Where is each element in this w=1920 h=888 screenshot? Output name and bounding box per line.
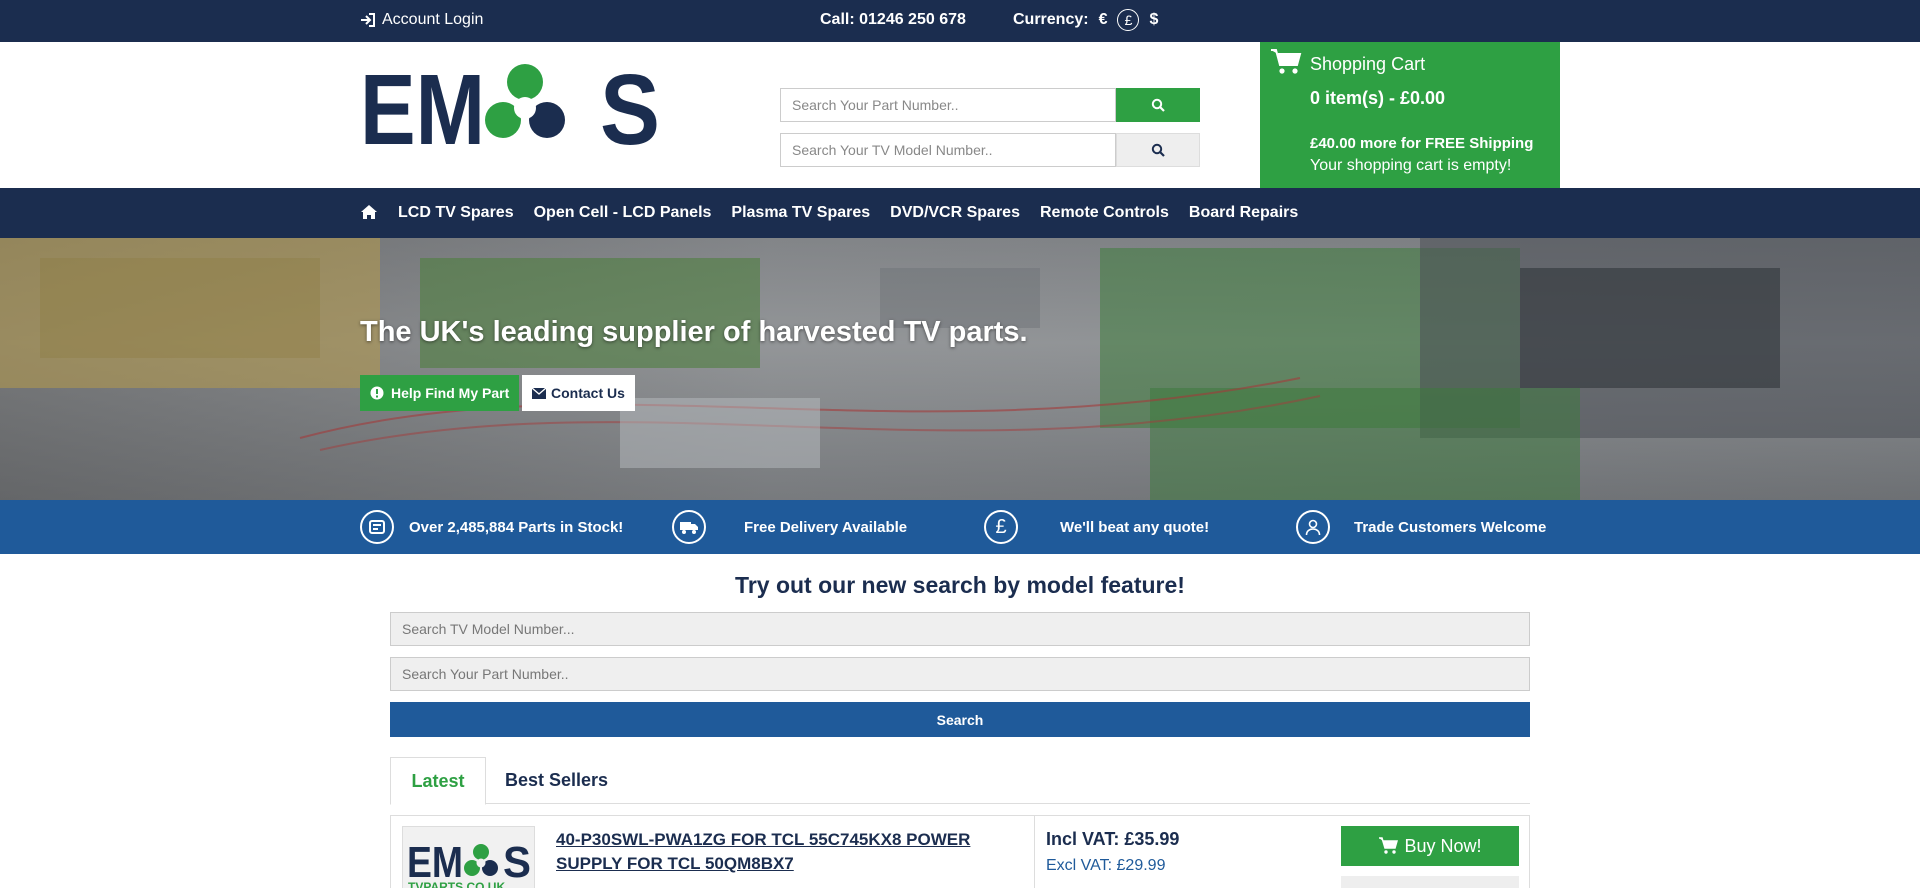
nav-menu: LCD TV Spares Open Cell - LCD Panels Pla… (398, 188, 1298, 238)
stock-icon (360, 510, 394, 544)
search-icon (1151, 143, 1165, 157)
nav-item-lcd-tv-spares[interactable]: LCD TV Spares (398, 204, 514, 222)
contact-us-button[interactable]: Contact Us (522, 375, 635, 411)
main-nav: LCD TV Spares Open Cell - LCD Panels Pla… (0, 188, 1920, 238)
help-find-part-button[interactable]: Help Find My Part (360, 375, 520, 411)
product-thumbnail[interactable]: EM S TVPARTS.CO.UK (402, 826, 535, 888)
home-icon[interactable] (360, 204, 378, 220)
feature-label: Trade Customers Welcome (1354, 518, 1547, 536)
cart-empty-note: Your shopping cart is empty! (1310, 157, 1512, 174)
price-excl-vat: Excl VAT: £29.99 (1046, 857, 1166, 874)
contact-us-label: Contact Us (551, 385, 625, 401)
part-number-search-input-secondary[interactable] (390, 657, 1530, 691)
cart-count: 0 item(s) - £0.00 (1310, 88, 1446, 108)
feature-parts-in-stock: Over 2,485,884 Parts in Stock! (360, 510, 623, 544)
svg-text:EM: EM (360, 62, 485, 146)
account-login-link[interactable]: Account Login (360, 11, 483, 29)
currency-euro[interactable]: € (1099, 11, 1108, 29)
cart-title: Shopping Cart (1310, 54, 1426, 74)
model-search-button[interactable] (1116, 133, 1200, 167)
header: EM S Shopping Cart 0 item(s) (0, 42, 1920, 188)
envelope-icon (532, 387, 546, 399)
shopping-cart-icon (1271, 49, 1302, 74)
truck-icon (672, 510, 706, 544)
tab-latest[interactable]: Latest (390, 757, 486, 805)
site-logo[interactable]: EM S (360, 54, 660, 166)
feature-label: Over 2,485,884 Parts in Stock! (409, 518, 624, 536)
currency-selector: Currency: € £ $ (1013, 9, 1158, 31)
features-bar: Over 2,485,884 Parts in Stock! Free Deli… (0, 500, 1920, 554)
shopping-cart[interactable]: Shopping Cart 0 item(s) - £0.00 £40.00 m… (1260, 42, 1560, 188)
feature-label: We'll beat any quote! (1060, 518, 1210, 536)
nav-item-dvd-vcr-spares[interactable]: DVD/VCR Spares (890, 204, 1020, 222)
part-number-search-input[interactable] (780, 88, 1116, 122)
buy-now-button[interactable]: Buy Now! (1341, 826, 1519, 866)
feature-free-delivery: Free Delivery Available (672, 510, 907, 544)
secondary-action-button[interactable] (1341, 876, 1519, 888)
user-icon (1296, 510, 1330, 544)
nav-item-board-repairs[interactable]: Board Repairs (1189, 204, 1298, 222)
tv-model-search-input[interactable] (390, 612, 1530, 646)
thumb-site: TVPARTS.CO.UK (408, 880, 505, 888)
currency-label: Currency: (1013, 11, 1089, 28)
currency-dollar[interactable]: $ (1149, 11, 1158, 29)
hero-banner: The UK's leading supplier of harvested T… (0, 238, 1920, 500)
circuit-board-background (0, 238, 1920, 500)
currency-pound[interactable]: £ (1117, 9, 1140, 31)
product-name-link[interactable]: 40-P30SWL-PWA1ZG FOR TCL 55C745KX8 POWER… (556, 828, 996, 876)
product-row: EM S TVPARTS.CO.UK 40-P30SWL-PWA1ZG FOR … (390, 815, 1530, 888)
nav-item-open-cell-lcd-panels[interactable]: Open Cell - LCD Panels (534, 204, 712, 222)
nav-item-remote-controls[interactable]: Remote Controls (1040, 204, 1169, 222)
pound-icon: £ (984, 510, 1018, 544)
svg-text:S: S (600, 62, 660, 146)
free-shipping-note: £40.00 more for FREE Shipping (1310, 135, 1534, 152)
sign-in-icon (361, 13, 375, 27)
hero-title: The UK's leading supplier of harvested T… (360, 316, 1028, 348)
feature-label: Free Delivery Available (744, 518, 908, 536)
product-tabs: Latest Best Sellers (390, 756, 1530, 805)
model-search-submit-button[interactable]: Search (390, 702, 1530, 737)
account-login-label: Account Login (382, 11, 484, 28)
price-incl-vat: Incl VAT: £35.99 (1046, 829, 1180, 849)
top-bar: Account Login Call: 01246 250 678 Curren… (0, 0, 1920, 42)
phone-number: Call: 01246 250 678 (820, 11, 966, 28)
cart-plus-icon (1379, 837, 1399, 854)
model-search-form (780, 133, 1200, 167)
thumb-logo-s: S (503, 838, 531, 887)
feature-trade-customers: Trade Customers Welcome (1296, 510, 1546, 544)
part-search-form (780, 88, 1200, 122)
info-circle-icon (370, 386, 384, 400)
help-find-part-label: Help Find My Part (391, 385, 510, 401)
product-divider (1034, 816, 1035, 888)
nav-item-plasma-tv-spares[interactable]: Plasma TV Spares (731, 204, 870, 222)
part-search-button[interactable] (1116, 88, 1200, 122)
tab-best-sellers[interactable]: Best Sellers (505, 756, 608, 804)
model-search-title: Try out our new search by model feature! (735, 572, 1185, 598)
search-icon (1151, 98, 1165, 112)
feature-beat-quote: £ We'll beat any quote! (984, 510, 1209, 544)
buy-now-label: Buy Now! (1404, 835, 1482, 856)
model-number-search-input[interactable] (780, 133, 1116, 167)
